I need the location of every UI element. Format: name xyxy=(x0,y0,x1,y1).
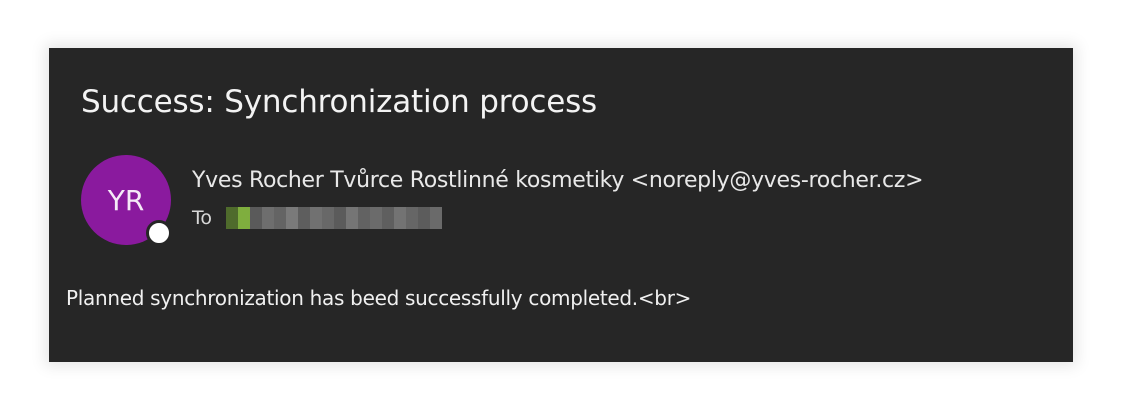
email-reading-pane: Success: Synchronization process YR Yves… xyxy=(49,48,1073,362)
presence-status-icon xyxy=(146,220,172,246)
email-subject: Success: Synchronization process xyxy=(81,84,597,120)
avatar-initials: YR xyxy=(107,183,145,217)
email-body: Planned synchronization has beed success… xyxy=(66,286,692,310)
redacted-recipient xyxy=(226,207,443,229)
recipient-row: To xyxy=(192,205,443,231)
to-label: To xyxy=(192,207,213,229)
sender-name[interactable]: Yves Rocher Tvůrce Rostlinné kosmetiky <… xyxy=(192,168,924,193)
